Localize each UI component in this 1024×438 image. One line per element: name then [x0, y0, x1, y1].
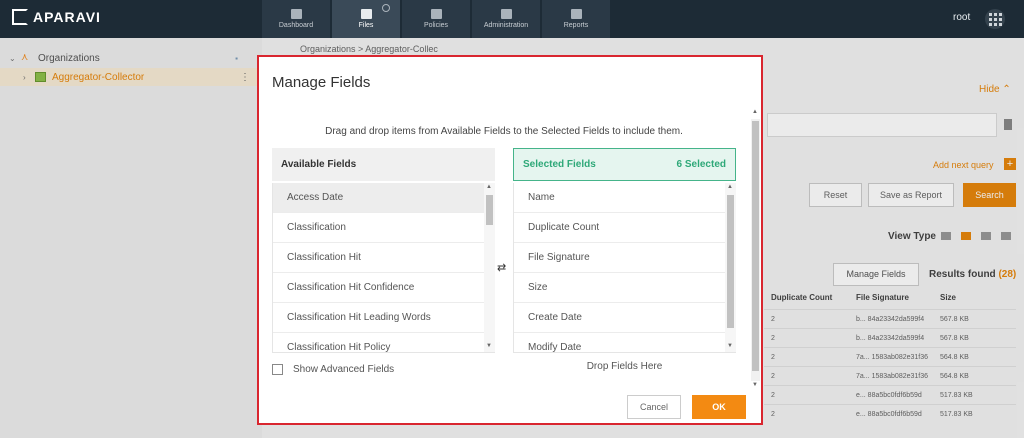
list-item[interactable]: File Signature [514, 243, 736, 273]
dialog-instructions: Drag and drop items from Available Field… [325, 126, 683, 137]
nav-policies[interactable]: Policies [402, 0, 470, 38]
nav-files[interactable]: Files [332, 0, 400, 38]
apps-grid-icon[interactable] [985, 9, 1005, 29]
report-icon [570, 9, 582, 19]
info-icon[interactable] [382, 4, 390, 12]
scroll-thumb[interactable] [752, 121, 759, 371]
brand-name: APARAVI [33, 9, 101, 25]
list-item[interactable]: Classification Hit [273, 243, 495, 273]
available-fields-title: Available Fields [281, 159, 357, 170]
cancel-button[interactable]: Cancel [627, 395, 681, 419]
main-nav: Dashboard Files Policies Administration … [262, 0, 612, 38]
folder-icon [360, 9, 372, 19]
scroll-down-icon[interactable]: ▼ [752, 382, 758, 388]
nav-reports[interactable]: Reports [542, 0, 610, 38]
manage-fields-dialog: Manage Fields Drag and drop items from A… [257, 55, 763, 425]
scroll-thumb[interactable] [727, 195, 734, 328]
list-item[interactable]: Access Date [273, 183, 495, 213]
show-advanced-label: Show Advanced Fields [293, 364, 395, 375]
selected-scrollbar[interactable]: ▲ ▼ [725, 183, 736, 352]
top-nav-bar: APARAVI Dashboard Files Policies Adminis… [0, 0, 1024, 38]
selected-count: 6 Selected [676, 159, 726, 170]
list-item[interactable]: Classification [273, 213, 495, 243]
list-item[interactable]: Modify Date [514, 333, 736, 352]
transfer-arrows-icon: ⇄ [497, 262, 507, 274]
users-icon [500, 9, 512, 19]
list-item[interactable]: Classification Hit Leading Words [273, 303, 495, 333]
scroll-down-icon[interactable]: ▼ [727, 343, 733, 349]
selected-fields-header: Selected Fields 6 Selected [513, 148, 736, 181]
show-advanced-fields-toggle[interactable]: Show Advanced Fields [272, 364, 394, 375]
selected-fields-title: Selected Fields [523, 159, 596, 170]
scroll-up-icon[interactable]: ▲ [752, 109, 758, 115]
nav-label: Policies [423, 22, 449, 29]
nav-label: Files [358, 22, 374, 29]
list-item[interactable]: Duplicate Count [514, 213, 736, 243]
scroll-up-icon[interactable]: ▲ [727, 184, 733, 190]
dashboard-icon [290, 9, 302, 19]
dialog-scrollbar[interactable]: ▲ ▼ [751, 109, 760, 391]
aparavi-logo[interactable]: APARAVI [12, 9, 101, 25]
available-fields-header: Available Fields [272, 148, 495, 181]
logo-icon [12, 9, 28, 25]
ok-button[interactable]: OK [692, 395, 746, 419]
list-item[interactable]: Classification Hit Policy [273, 333, 495, 352]
nav-label: Dashboard [278, 22, 314, 29]
selected-fields-list[interactable]: Name Duplicate Count File Signature Size… [513, 183, 736, 353]
available-scrollbar[interactable]: ▲ ▼ [484, 183, 495, 352]
list-item[interactable]: Classification Hit Confidence [273, 273, 495, 303]
user-name[interactable]: root [953, 12, 970, 23]
scroll-thumb[interactable] [486, 195, 493, 225]
scroll-up-icon[interactable]: ▲ [486, 184, 492, 190]
list-item[interactable]: Name [514, 183, 736, 213]
dialog-title: Manage Fields [272, 74, 371, 91]
available-fields-list[interactable]: Access Date Classification Classificatio… [272, 183, 495, 353]
nav-label: Reports [563, 22, 589, 29]
show-advanced-checkbox[interactable] [272, 364, 283, 375]
drop-zone-hint: Drop Fields Here [586, 361, 663, 372]
nav-administration[interactable]: Administration [472, 0, 540, 38]
nav-label: Administration [483, 22, 529, 29]
list-item[interactable]: Create Date [514, 303, 736, 333]
list-item[interactable]: Size [514, 273, 736, 303]
nav-dashboard[interactable]: Dashboard [262, 0, 330, 38]
scroll-down-icon[interactable]: ▼ [486, 343, 492, 349]
gear-icon [430, 9, 442, 19]
